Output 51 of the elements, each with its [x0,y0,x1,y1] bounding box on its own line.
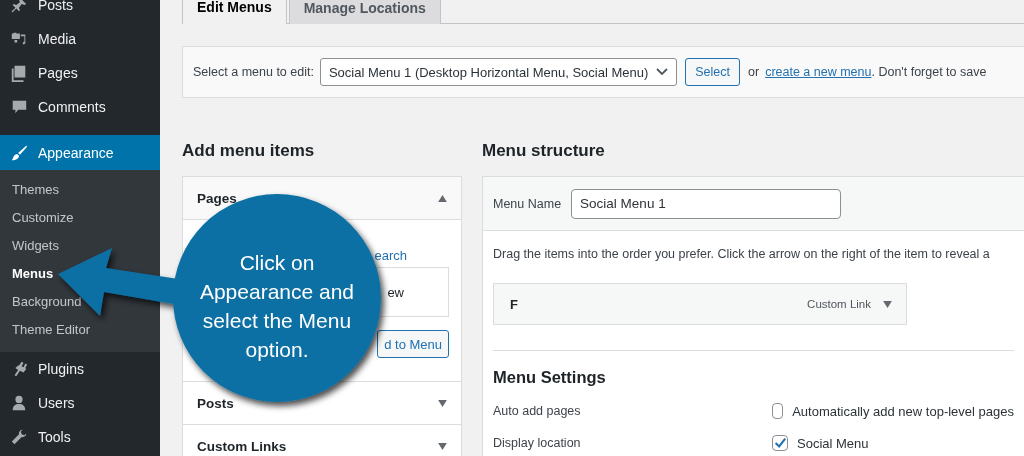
pages-icon [10,64,28,82]
chevron-down-icon [656,68,669,76]
section-heading: Menu structure [482,140,606,162]
user-icon [10,394,28,412]
sidebar-item[interactable]: Pages [0,56,160,90]
panel-tab[interactable]: earch [374,248,407,263]
callout-text: Click on Appearance and select the Menu option. [198,250,356,363]
menu-name-field[interactable]: Social Menu 1 [571,188,842,219]
sidebar-item[interactable]: Users [0,386,160,420]
brush-icon [10,143,28,162]
add-to-menu-button[interactable]: d to Menu [377,330,449,358]
sidebar-item[interactable]: Comments [0,90,160,124]
sidebar-item[interactable]: Plugins [0,352,160,386]
sidebar-item[interactable]: Tools [0,420,160,454]
setting-label: Auto add pages [493,404,582,418]
submenu-item[interactable]: Theme Editor [12,316,91,344]
sidebar-item[interactable]: Appearance [0,135,160,170]
submenu-item[interactable]: Menus [12,260,54,288]
select-button[interactable]: Select [685,58,741,86]
instructions-text: Drag the items into the order you prefer. Click the arrow on the right of the item to reveal a [493,247,991,261]
submenu-item[interactable]: Customize [12,204,74,232]
sidebar-item[interactable]: Posts [0,0,160,22]
accordion-title: Pages [197,190,237,206]
select-label: Select a menu to edit: [193,65,314,79]
settings-heading: Menu Settings [493,368,607,387]
checkbox-label: Social Menu [797,435,869,451]
checkbox[interactable] [772,403,784,419]
or-text: or [748,65,760,79]
speech-bubble-icon [10,98,28,116]
accordion-title: Posts [197,395,234,411]
section-heading: Add menu items [182,140,316,162]
menu-dropdown[interactable]: Social Menu 1 (Desktop Horizontal Menu, Social Menu) [319,58,678,86]
tab[interactable]: Manage Locations [288,0,441,24]
setting-label: Display location [493,436,582,450]
submenu-item[interactable]: Widgets [12,232,59,260]
pin-icon [10,0,28,14]
tab[interactable]: Edit Menus [182,0,287,24]
checkbox-label: Automatically add new top-level pages [792,403,1014,419]
menu-item-type: Custom Link [807,298,871,310]
triangle-down-icon[interactable] [883,300,892,308]
accordion-title: Custom Links [197,438,287,454]
save-reminder-text: . Don't forget to save [871,65,987,79]
submenu-item[interactable]: Background [12,288,82,316]
page-list-text: ew [387,284,404,300]
menu-name-label: Menu Name [493,196,562,211]
checkbox[interactable] [772,435,788,451]
wrench-icon [10,428,28,446]
menu-item-title: F [510,296,519,312]
submenu-item[interactable]: Themes [12,176,59,204]
menu-item-bar[interactable]: F Custom Link [493,283,907,325]
sidebar-item[interactable]: Media [0,22,160,56]
